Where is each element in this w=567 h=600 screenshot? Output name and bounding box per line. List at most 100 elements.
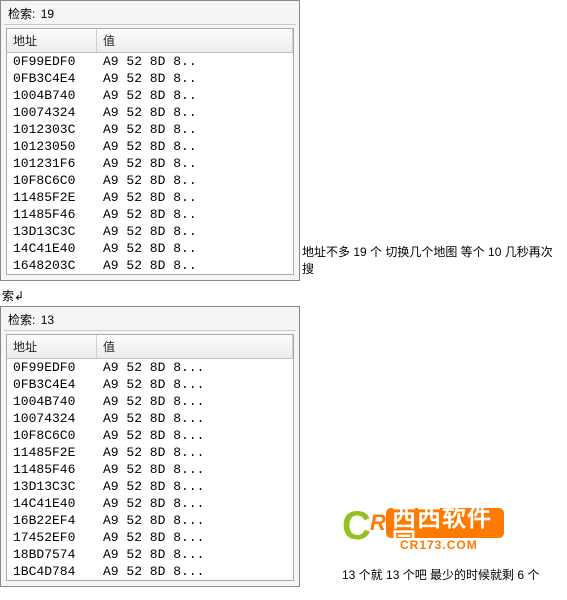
cell-value: A9 52 8D 8.. bbox=[97, 70, 293, 87]
cell-value: A9 52 8D 8... bbox=[97, 376, 293, 393]
search-status-line: 检索: 19 bbox=[4, 5, 296, 25]
results-table-2: 地址 值 0F99EDF0A9 52 8D 8...0FB3C4E4A9 52 … bbox=[6, 334, 294, 581]
cell-value: A9 52 8D 8... bbox=[97, 461, 293, 478]
annotation-text-2: 13 个就 13 个吧 最少的时候就剩 6 个 bbox=[342, 566, 539, 583]
table-row[interactable]: 11485F2EA9 52 8D 8... bbox=[7, 444, 293, 461]
cell-value: A9 52 8D 8.. bbox=[97, 104, 293, 121]
cell-value: A9 52 8D 8... bbox=[97, 393, 293, 410]
search-panel-1: 检索: 19 地址 值 0F99EDF0A9 52 8D 8..0FB3C4E4… bbox=[0, 0, 300, 281]
cell-value: A9 52 8D 8.. bbox=[97, 155, 293, 172]
table-row[interactable]: 11485F46A9 52 8D 8.. bbox=[7, 206, 293, 223]
search-status-line: 检索: 13 bbox=[4, 311, 296, 331]
cell-address: 16B22EF4 bbox=[7, 512, 97, 529]
table-row[interactable]: 18BD7574A9 52 8D 8... bbox=[7, 546, 293, 563]
cell-value: A9 52 8D 8.. bbox=[97, 138, 293, 155]
cell-address: 13D13C3C bbox=[7, 223, 97, 240]
column-header-address[interactable]: 地址 bbox=[7, 335, 97, 358]
column-header-value[interactable]: 值 bbox=[97, 335, 293, 358]
table-header: 地址 值 bbox=[7, 29, 293, 53]
table-row[interactable]: 1004B740A9 52 8D 8.. bbox=[7, 87, 293, 104]
cell-address: 0F99EDF0 bbox=[7, 53, 97, 70]
table-row[interactable]: 11485F2EA9 52 8D 8.. bbox=[7, 189, 293, 206]
cell-value: A9 52 8D 8.. bbox=[97, 189, 293, 206]
cell-value: A9 52 8D 8... bbox=[97, 546, 293, 563]
cell-address: 1012303C bbox=[7, 121, 97, 138]
cell-address: 11485F2E bbox=[7, 444, 97, 461]
table-row[interactable]: 10F8C6C0A9 52 8D 8.. bbox=[7, 172, 293, 189]
table-row[interactable]: 13D13C3CA9 52 8D 8... bbox=[7, 478, 293, 495]
cell-value: A9 52 8D 8.. bbox=[97, 206, 293, 223]
cell-address: 18BD7574 bbox=[7, 546, 97, 563]
cell-address: 101231F6 bbox=[7, 155, 97, 172]
table-row[interactable]: 1004B740A9 52 8D 8... bbox=[7, 393, 293, 410]
cell-address: 1004B740 bbox=[7, 393, 97, 410]
logo-letter-c: C bbox=[342, 506, 371, 546]
table-row[interactable]: 10123050A9 52 8D 8.. bbox=[7, 138, 293, 155]
table-row[interactable]: 10074324A9 52 8D 8... bbox=[7, 410, 293, 427]
wrapped-text: 索 bbox=[2, 289, 14, 303]
cell-address: 11485F46 bbox=[7, 461, 97, 478]
results-table-1: 地址 值 0F99EDF0A9 52 8D 8..0FB3C4E4A9 52 8… bbox=[6, 28, 294, 275]
cell-value: A9 52 8D 8... bbox=[97, 427, 293, 444]
cell-address: 10F8C6C0 bbox=[7, 427, 97, 444]
cell-address: 14C41E40 bbox=[7, 240, 97, 257]
table-row[interactable]: 14C41E40A9 52 8D 8... bbox=[7, 495, 293, 512]
cell-address: 14C41E40 bbox=[7, 495, 97, 512]
table-row[interactable]: 1012303CA9 52 8D 8.. bbox=[7, 121, 293, 138]
table-row[interactable]: 0F99EDF0A9 52 8D 8... bbox=[7, 359, 293, 376]
column-header-address[interactable]: 地址 bbox=[7, 29, 97, 52]
table-row[interactable]: 1BC4D784A9 52 8D 8... bbox=[7, 563, 293, 580]
cell-value: A9 52 8D 8.. bbox=[97, 240, 293, 257]
cell-address: 11485F46 bbox=[7, 206, 97, 223]
cell-address: 13D13C3C bbox=[7, 478, 97, 495]
cell-address: 11485F2E bbox=[7, 189, 97, 206]
cell-value: A9 52 8D 8... bbox=[97, 495, 293, 512]
table-row[interactable]: 13D13C3CA9 52 8D 8.. bbox=[7, 223, 293, 240]
site-logo: C R 西西软件园 CR173.COM bbox=[340, 508, 510, 554]
cell-address: 0FB3C4E4 bbox=[7, 70, 97, 87]
logo-url-text: CR173.COM bbox=[400, 539, 478, 551]
cell-address: 10074324 bbox=[7, 410, 97, 427]
search-label: 检索: bbox=[8, 7, 35, 21]
table-row[interactable]: 14C41E40A9 52 8D 8.. bbox=[7, 240, 293, 257]
cell-address: 1648203C bbox=[7, 257, 97, 274]
cell-address: 10074324 bbox=[7, 104, 97, 121]
table-row[interactable]: 10F8C6C0A9 52 8D 8... bbox=[7, 427, 293, 444]
table-header: 地址 值 bbox=[7, 335, 293, 359]
cell-value: A9 52 8D 8.. bbox=[97, 121, 293, 138]
table-row[interactable]: 10074324A9 52 8D 8.. bbox=[7, 104, 293, 121]
annotation-text-1: 地址不多 19 个 切换几个地图 等个 10 几秒再次搜 bbox=[302, 243, 562, 277]
table-row[interactable]: 1648203CA9 52 8D 8.. bbox=[7, 257, 293, 274]
wrapped-text-line: 索↲ bbox=[0, 281, 567, 306]
table-row[interactable]: 11485F46A9 52 8D 8... bbox=[7, 461, 293, 478]
cell-address: 1BC4D784 bbox=[7, 563, 97, 580]
column-header-value[interactable]: 值 bbox=[97, 29, 293, 52]
cell-address: 0F99EDF0 bbox=[7, 359, 97, 376]
cell-address: 1004B740 bbox=[7, 87, 97, 104]
search-count: 13 bbox=[41, 313, 54, 327]
table-row[interactable]: 17452EF0A9 52 8D 8... bbox=[7, 529, 293, 546]
cell-address: 10123050 bbox=[7, 138, 97, 155]
table-row[interactable]: 0FB3C4E4A9 52 8D 8... bbox=[7, 376, 293, 393]
cell-value: A9 52 8D 8... bbox=[97, 359, 293, 376]
table-row[interactable]: 16B22EF4A9 52 8D 8... bbox=[7, 512, 293, 529]
linebreak-icon: ↲ bbox=[14, 289, 24, 303]
cell-value: A9 52 8D 8.. bbox=[97, 53, 293, 70]
cell-value: A9 52 8D 8... bbox=[97, 410, 293, 427]
table-row[interactable]: 0FB3C4E4A9 52 8D 8.. bbox=[7, 70, 293, 87]
search-panel-2: 检索: 13 地址 值 0F99EDF0A9 52 8D 8...0FB3C4E… bbox=[0, 306, 300, 587]
table-row[interactable]: 0F99EDF0A9 52 8D 8.. bbox=[7, 53, 293, 70]
cell-value: A9 52 8D 8... bbox=[97, 563, 293, 580]
cell-value: A9 52 8D 8.. bbox=[97, 257, 293, 274]
cell-value: A9 52 8D 8... bbox=[97, 512, 293, 529]
search-label: 检索: bbox=[8, 313, 35, 327]
cell-address: 0FB3C4E4 bbox=[7, 376, 97, 393]
cell-value: A9 52 8D 8... bbox=[97, 478, 293, 495]
cell-value: A9 52 8D 8... bbox=[97, 529, 293, 546]
cell-value: A9 52 8D 8... bbox=[97, 444, 293, 461]
cell-value: A9 52 8D 8.. bbox=[97, 172, 293, 189]
logo-letter-r: R bbox=[370, 512, 386, 534]
cell-address: 17452EF0 bbox=[7, 529, 97, 546]
cell-value: A9 52 8D 8.. bbox=[97, 223, 293, 240]
table-row[interactable]: 101231F6A9 52 8D 8.. bbox=[7, 155, 293, 172]
